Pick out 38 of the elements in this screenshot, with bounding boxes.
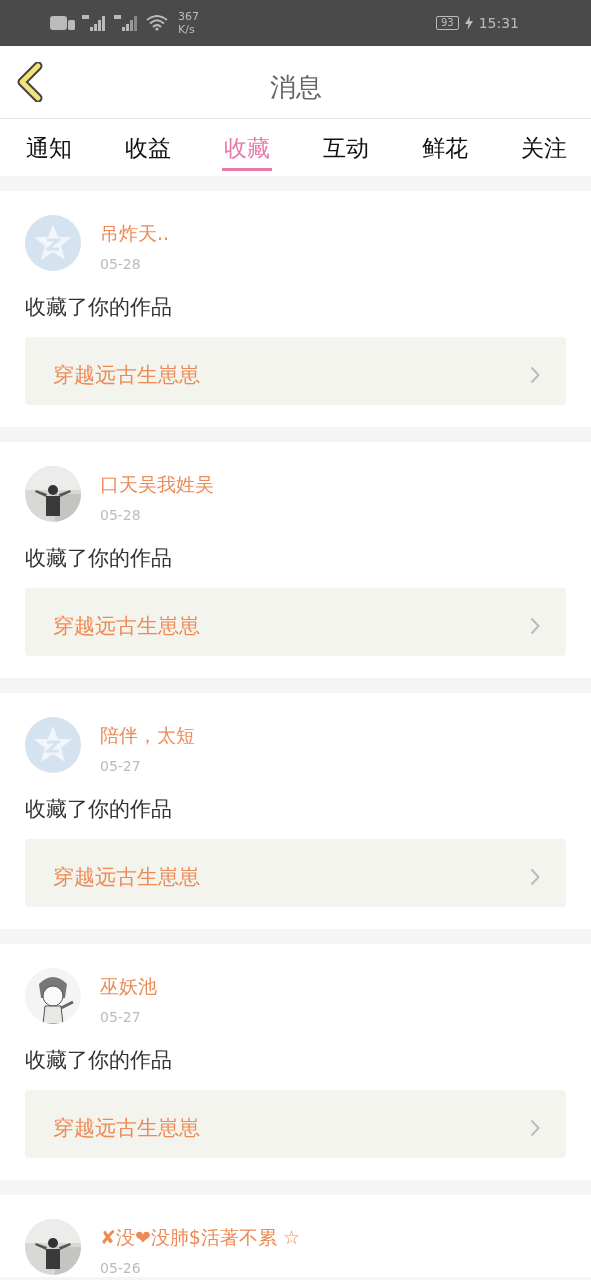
signal-icon <box>82 14 108 32</box>
user-name[interactable]: ✘没❤没肺$活著不累 ☆ <box>100 1225 300 1249</box>
chevron-icon <box>530 366 540 384</box>
user-name[interactable]: 陪伴，太短 <box>100 723 195 747</box>
work-link[interactable]: 穿越远古生崽崽 <box>25 839 566 907</box>
message-date: 05-26 <box>100 1259 142 1277</box>
page-title: 消息 <box>268 71 323 104</box>
tab[interactable]: 收益 <box>123 119 173 171</box>
work-link[interactable]: 穿越远古生崽崽 <box>25 588 566 656</box>
wifi-icon <box>146 15 168 31</box>
network-speed: 367 <box>178 10 199 23</box>
user-name[interactable]: 巫妖池 <box>100 974 157 998</box>
battery-icon: 93 <box>435 16 459 30</box>
signal-icon <box>114 14 140 32</box>
tab[interactable]: 收藏 <box>222 119 272 171</box>
speed-unit: K/s <box>178 23 196 36</box>
message-text: 收藏了你的作品 <box>25 1047 173 1074</box>
user-name[interactable]: 吊炸天.. <box>100 221 170 245</box>
message-date: 05-28 <box>100 506 142 524</box>
default-avatar-icon <box>25 717 81 773</box>
message-date: 05-28 <box>100 255 142 273</box>
message-text: 收藏了你的作品 <box>25 294 173 321</box>
message-date: 05-27 <box>100 757 142 775</box>
tab[interactable]: 鲜花 <box>420 119 470 171</box>
tab[interactable]: 互动 <box>321 119 371 171</box>
clock: 15:31 <box>478 15 519 31</box>
message-date: 05-27 <box>100 1008 142 1026</box>
work-link[interactable]: 穿越远古生崽崽 <box>25 337 566 405</box>
chevron-icon <box>530 1119 540 1137</box>
work-link[interactable]: 穿越远古生崽崽 <box>25 1090 566 1158</box>
message-text: 收藏了你的作品 <box>25 796 173 823</box>
tab[interactable]: 关注 <box>519 119 569 171</box>
default-avatar-icon <box>25 215 81 271</box>
chevron-icon <box>530 868 540 886</box>
tab[interactable]: 通知 <box>24 119 74 171</box>
chevron-icon <box>530 617 540 635</box>
user-name[interactable]: 口天吴我姓吴 <box>100 472 214 496</box>
message-text: 收藏了你的作品 <box>25 545 173 572</box>
